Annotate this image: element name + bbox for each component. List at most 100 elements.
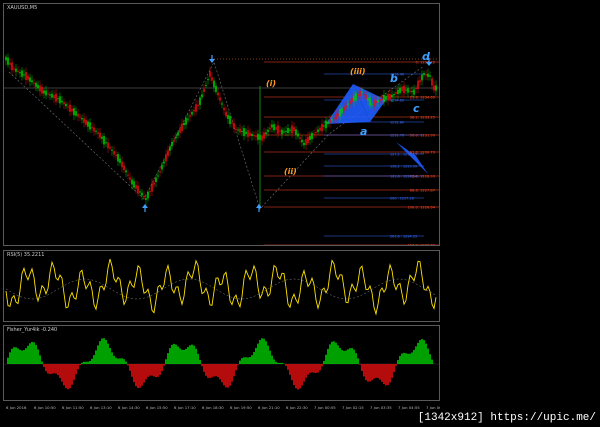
symbol-label: XAUUSD,M5 (7, 5, 38, 11)
time-axis-label: 6 Jun 22:30 (286, 405, 308, 410)
fisher-bar (151, 364, 153, 376)
fisher-bar (369, 364, 371, 382)
candle-body (95, 130, 97, 132)
fisher-histogram[interactable] (4, 326, 439, 400)
fisher-bar (275, 361, 277, 364)
fisher-bar (263, 338, 265, 364)
rsi-chart[interactable] (4, 251, 439, 321)
candle-body (21, 70, 23, 77)
candle-body (425, 74, 427, 76)
candle-body (259, 134, 261, 140)
candle-body (203, 88, 205, 92)
fisher-bar (179, 348, 181, 364)
fib-level-label: 23.6: 1234.65 (410, 96, 435, 100)
candle-body (245, 131, 247, 135)
fisher-bar (171, 344, 173, 364)
candle-body (329, 119, 331, 123)
fisher-bar (61, 364, 63, 382)
candle-body (155, 177, 157, 183)
fisher-bar (119, 358, 121, 364)
fisher-bar (265, 341, 267, 364)
candle-body (369, 97, 371, 106)
fisher-bar (215, 364, 217, 377)
fisher-bar (91, 358, 93, 364)
candle-body (255, 135, 257, 137)
fisher-bar (289, 364, 291, 375)
fisher-bar (17, 348, 19, 364)
fib-level-label: 50.0: 1231.99 (410, 134, 436, 138)
candle-body (145, 198, 147, 200)
candle-body (125, 170, 127, 173)
candle-body (435, 85, 437, 91)
candle-body (387, 93, 389, 101)
fisher-bar (49, 364, 51, 375)
candle-body (313, 133, 315, 135)
main-chart-pane[interactable]: 0: 1237.22 23.6: 1234.65 38.2: 1233.25 50.0… (3, 3, 440, 246)
fisher-bar (15, 347, 17, 364)
candle-body (157, 175, 159, 177)
candle-body (345, 105, 347, 108)
fisher-bar (211, 364, 213, 378)
fisher-bar (237, 364, 239, 365)
ext-level-label: 1232.80 (390, 121, 404, 125)
candle-body (193, 109, 195, 112)
fisher-bar (99, 341, 101, 364)
fisher-bar (425, 343, 427, 364)
fisher-bar (295, 364, 297, 389)
fisher-bar (287, 364, 289, 370)
fisher-bar (11, 348, 13, 364)
candle-body (355, 93, 357, 101)
candle-body (225, 111, 227, 117)
fisher-bar (387, 364, 389, 385)
fisher-bar (303, 364, 305, 382)
price-chart[interactable]: 0: 1237.2223.6: 1234.6538.2: 1233.2550.0… (4, 4, 439, 245)
fisher-bar (363, 364, 365, 377)
candle-body (73, 108, 75, 116)
fisher-bar (193, 345, 195, 364)
fisher-bar (141, 364, 143, 386)
candle-body (253, 134, 255, 137)
fisher-bar (165, 359, 167, 364)
fisher-bar (281, 362, 283, 364)
fib-level-label: 127.2: 1223.73 (407, 244, 435, 246)
candle-body (183, 122, 185, 126)
candle-body (241, 130, 243, 132)
candle-body (275, 127, 277, 130)
fisher-pane[interactable]: Fisher_Yur4ik -0.240 (3, 325, 440, 401)
fisher-bar (331, 341, 333, 364)
candle-body (367, 98, 369, 101)
candle-body (357, 94, 359, 97)
rsi-pane[interactable]: RSI(5) 35.2211 (3, 250, 440, 322)
candle-body (161, 164, 163, 170)
candle-body (359, 90, 361, 97)
fisher-bar (103, 338, 105, 364)
candle-body (287, 127, 289, 134)
fisher-bar (357, 358, 359, 364)
candle-body (269, 127, 271, 130)
fisher-bar (341, 350, 343, 364)
fisher-bar (345, 350, 347, 364)
fisher-bar (329, 344, 331, 364)
fisher-bar (315, 364, 317, 374)
candle-body (321, 123, 323, 132)
time-axis-label: 6 Jun 2016 (6, 405, 27, 410)
candle-body (377, 99, 379, 103)
fisher-bar (159, 364, 161, 375)
candle-body (235, 128, 237, 130)
candle-body (63, 102, 65, 105)
fisher-bar (125, 361, 127, 364)
candle-body (115, 154, 117, 156)
fisher-bar (317, 364, 319, 373)
fisher-bar (37, 349, 39, 364)
fisher-bar (77, 364, 79, 370)
harmonic-pattern-right (396, 142, 428, 174)
price-scale (440, 3, 600, 401)
candle-body (207, 79, 209, 81)
candle-body (301, 139, 303, 143)
candle-body (151, 183, 153, 192)
fisher-bar (147, 364, 149, 377)
fisher-bar (367, 364, 369, 382)
time-axis-label: 6 Jun 15:50 (146, 405, 168, 410)
candle-body (217, 92, 219, 96)
candle-body (175, 136, 177, 139)
